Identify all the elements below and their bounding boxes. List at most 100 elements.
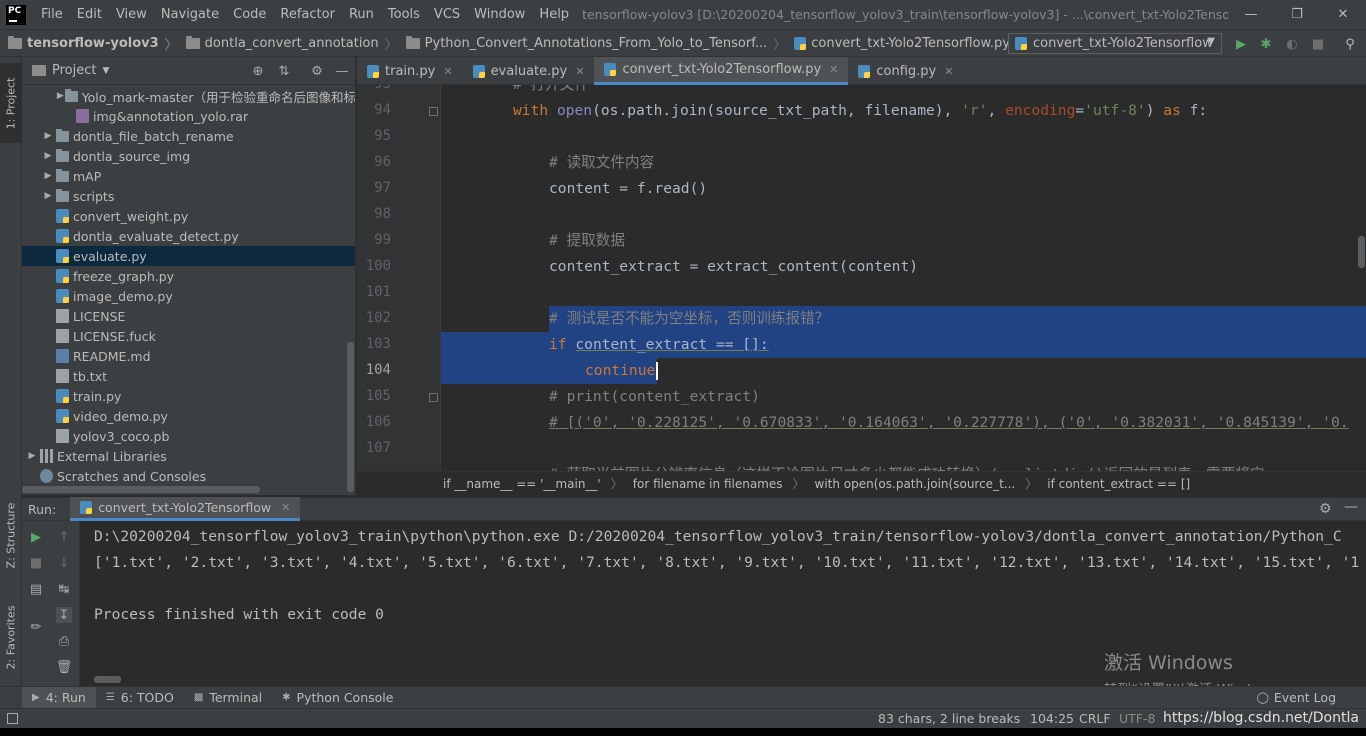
editor-vertical-scrollbar[interactable] <box>1358 236 1365 268</box>
chevron-right-icon[interactable]: ▶ <box>56 91 65 101</box>
event-log-button[interactable]: ◯ Event Log <box>1257 690 1336 705</box>
menu-window[interactable]: Window <box>467 7 532 22</box>
gear-icon[interactable]: ⚙ <box>309 63 325 79</box>
tab-project[interactable]: 1: Project <box>0 63 22 143</box>
chevron-down-icon[interactable]: ▼ <box>102 66 109 76</box>
menu-tools[interactable]: Tools <box>381 7 427 22</box>
stop-icon[interactable]: ■ <box>1310 36 1326 52</box>
file-encoding[interactable]: UTF-8 <box>1119 711 1155 726</box>
tree-item[interactable]: yolov3_coco.pb <box>22 426 355 446</box>
tree-item[interactable]: evaluate.py <box>22 246 355 266</box>
nav-crumb-file[interactable]: convert_txt-Yolo2Tensorflow.py <box>786 36 1010 51</box>
pin-icon[interactable]: ✏ <box>28 619 44 635</box>
tab-evaluate-py[interactable]: evaluate.py ✕ <box>463 57 595 85</box>
locate-icon[interactable]: ⊕ <box>250 63 266 79</box>
tree-item[interactable]: LICENSE <box>22 306 355 326</box>
tree-item[interactable]: img&annotation_yolo.rar <box>22 106 355 126</box>
project-horizontal-scrollbar[interactable] <box>22 486 260 493</box>
chevron-right-icon[interactable]: ▶ <box>40 191 56 201</box>
tab-train-py[interactable]: train.py ✕ <box>357 57 463 85</box>
menu-file[interactable]: File <box>34 7 70 22</box>
tree-item[interactable]: video_demo.py <box>22 406 355 426</box>
menu-navigate[interactable]: Navigate <box>154 7 226 22</box>
hide-icon[interactable]: — <box>334 63 350 79</box>
tree-item[interactable]: image_demo.py <box>22 286 355 306</box>
console-horizontal-scrollbar[interactable] <box>94 676 121 683</box>
tab-favorites[interactable]: 2: Favorites <box>0 597 22 677</box>
close-icon[interactable]: ✕ <box>1320 0 1366 29</box>
tab-structure[interactable]: Z: Structure <box>0 495 22 575</box>
fold-marker-icon[interactable] <box>429 393 438 402</box>
tree-item[interactable]: ▶ dontla_file_batch_rename <box>22 126 355 146</box>
menu-view[interactable]: View <box>109 7 154 22</box>
menu-run[interactable]: Run <box>342 7 381 22</box>
tree-item[interactable]: ▶ scripts <box>22 186 355 206</box>
tree-item[interactable]: ▶ dontla_source_img <box>22 146 355 166</box>
tab-python-console[interactable]: ✱ Python Console <box>272 687 403 709</box>
tree-item[interactable]: ▶ Yolo_mark-master（用于检验重命名后图像和标 <box>22 86 355 106</box>
menu-vcs[interactable]: VCS <box>427 7 467 22</box>
tab-config-py[interactable]: config.py ✕ <box>848 57 963 85</box>
tab-terminal[interactable]: ▩ Terminal <box>184 687 272 709</box>
tree-item[interactable]: ▶ External Libraries <box>22 446 355 466</box>
rerun-icon[interactable]: ▶ <box>28 529 44 545</box>
chevron-right-icon[interactable]: ▶ <box>24 451 40 461</box>
soft-wrap-icon[interactable]: ↹ <box>56 581 72 597</box>
nav-crumb-folder[interactable]: dontla_convert_annotation 〉 <box>178 34 398 53</box>
fold-marker-icon[interactable] <box>429 107 438 116</box>
project-vertical-scrollbar[interactable] <box>347 342 354 492</box>
close-tab-icon[interactable]: ✕ <box>443 65 452 78</box>
chevron-right-icon[interactable]: ▶ <box>40 151 56 161</box>
run-icon[interactable]: ▶ <box>1233 36 1249 52</box>
caret-position[interactable]: 104:25 <box>1030 711 1074 726</box>
nav-crumb-project[interactable]: tensorflow-yolov3 〉 <box>0 34 178 53</box>
run-configuration-select[interactable]: convert_txt-Yolo2Tensorflow ▼ <box>1008 33 1222 54</box>
close-tab-icon[interactable]: ✕ <box>829 63 838 76</box>
tree-item[interactable]: Scratches and Consoles <box>22 466 355 486</box>
project-panel-title[interactable]: Project <box>52 63 96 78</box>
tab-convert-txt-py[interactable]: convert_txt-Yolo2Tensorflow.py ✕ <box>594 57 849 85</box>
scroll-up-icon[interactable]: ↑ <box>56 529 72 545</box>
tree-item[interactable]: train.py <box>22 386 355 406</box>
menu-help[interactable]: Help <box>532 7 576 22</box>
debug-icon[interactable]: ✱ <box>1258 36 1274 52</box>
chevron-right-icon[interactable]: ▶ <box>40 171 56 181</box>
hide-icon[interactable]: — <box>1344 499 1358 515</box>
tree-item[interactable]: ▶ mAP <box>22 166 355 186</box>
collapse-all-icon[interactable]: ⇅ <box>276 63 292 79</box>
tree-item[interactable]: freeze_graph.py <box>22 266 355 286</box>
nav-crumb-subfolder[interactable]: Python_Convert_Annotations_From_Yolo_to_… <box>398 34 786 53</box>
line-separator[interactable]: CRLF <box>1079 711 1111 726</box>
tree-item[interactable]: dontla_evaluate_detect.py <box>22 226 355 246</box>
breadcrumb-item[interactable]: with open(os.path.join(source_t... <box>815 477 1016 491</box>
stop-icon[interactable]: ■ <box>28 555 44 571</box>
close-tab-icon[interactable]: ✕ <box>281 501 290 514</box>
menu-edit[interactable]: Edit <box>70 7 109 22</box>
restore-icon[interactable]: ❐ <box>1274 0 1320 29</box>
tree-item[interactable]: README.md <box>22 346 355 366</box>
tab-run[interactable]: ▶ 4: Run <box>22 686 96 709</box>
breadcrumb-item[interactable]: if content_extract == [] <box>1047 477 1190 491</box>
close-tab-icon[interactable]: ✕ <box>944 65 953 78</box>
gear-icon[interactable]: ⚙ <box>1319 501 1332 517</box>
run-tab[interactable]: convert_txt-Yolo2Tensorflow ✕ <box>70 497 301 521</box>
search-icon[interactable]: ⚲ <box>1342 36 1358 52</box>
scroll-down-icon[interactable]: ↓ <box>56 555 72 571</box>
print-icon[interactable]: ⎙ <box>56 633 72 649</box>
menu-code[interactable]: Code <box>226 7 273 22</box>
trash-icon[interactable]: 🗑 <box>56 659 73 675</box>
close-tab-icon[interactable]: ✕ <box>575 65 584 78</box>
tree-item[interactable]: tb.txt <box>22 366 355 386</box>
coverage-icon[interactable]: ◐ <box>1284 36 1300 52</box>
scroll-to-end-icon[interactable]: ↧ <box>56 607 72 623</box>
breadcrumb-item[interactable]: if __name__ == '__main__' <box>443 477 601 491</box>
breadcrumb-item[interactable]: for filename in filenames <box>633 477 783 491</box>
tab-todo[interactable]: ☰ 6: TODO <box>96 687 184 709</box>
chevron-right-icon[interactable]: ▶ <box>40 131 56 141</box>
toggle-tool-windows-icon[interactable] <box>7 713 18 724</box>
tree-item[interactable]: convert_weight.py <box>22 206 355 226</box>
tree-item[interactable]: LICENSE.fuck <box>22 326 355 346</box>
menu-refactor[interactable]: Refactor <box>273 7 342 22</box>
layout-icon[interactable]: ▤ <box>28 581 44 597</box>
code-editor[interactable]: 93 94 95 96 97 98 99 100 101 102 103 104 105 106 107 #… <box>357 85 1366 471</box>
